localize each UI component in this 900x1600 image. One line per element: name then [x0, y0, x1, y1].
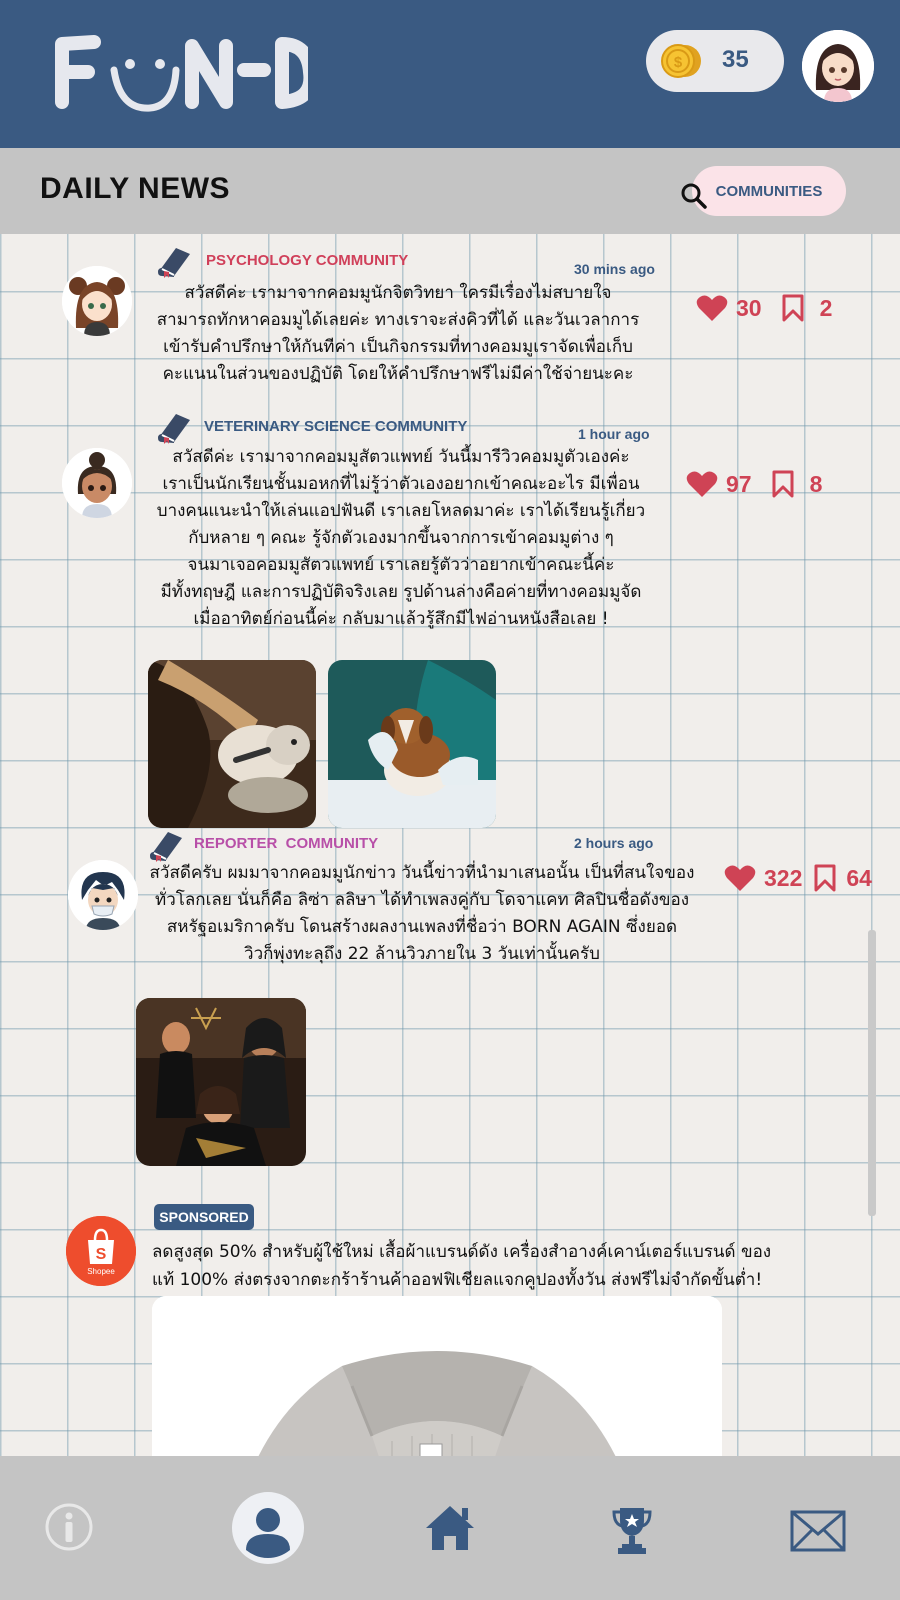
community-name[interactable]: VETERINARY SCIENCE COMMUNITY: [204, 418, 467, 435]
community-name[interactable]: REPORTER COMMUNITY: [194, 835, 378, 852]
info-nav-button[interactable]: [44, 1502, 94, 1555]
like-count: 322: [764, 864, 803, 891]
book-icon: [150, 832, 182, 862]
like-count: 30: [736, 294, 762, 321]
post-photo-vet-puppy[interactable]: [328, 660, 496, 828]
bookmark-icon[interactable]: [812, 864, 838, 892]
post-stats: 30 2: [696, 294, 832, 322]
post-timestamp: 1 hour ago: [578, 426, 650, 442]
post-stats: 97 8: [686, 470, 822, 498]
communities-button[interactable]: COMMUNITIES: [692, 166, 846, 216]
search-icon[interactable]: [680, 182, 708, 210]
profile-nav-button[interactable]: [232, 1492, 304, 1567]
svg-text:$: $: [674, 54, 683, 71]
bookmark-icon[interactable]: [780, 294, 806, 322]
post-author-avatar[interactable]: [62, 266, 132, 336]
book-icon: [158, 414, 190, 444]
home-nav-button[interactable]: [424, 1504, 476, 1555]
save-count: 2: [819, 294, 833, 321]
bookmark-icon[interactable]: [770, 470, 796, 498]
post-photo-vet-exam[interactable]: [148, 660, 316, 828]
post-photo-born-again[interactable]: [136, 998, 306, 1166]
post-body: สวัสดีครับ ผมมาจากคอมมูนักข่าว วันนี้ข่า…: [149, 863, 695, 964]
post-author-avatar[interactable]: [68, 860, 138, 930]
coin-balance[interactable]: $ 35: [646, 30, 784, 92]
post-body: สวัสดีค่ะ เรามาจากคอมมูนักจิตวิทยา ใครมี…: [156, 283, 640, 384]
page-title: DAILY NEWS: [40, 172, 231, 205]
ad-body: ลดสูงสุด 50% สำหรับผู้ใช้ใหม่ เสื้อผ้าแบ…: [152, 1242, 772, 1290]
bottom-navigation: [0, 1456, 900, 1600]
heart-icon[interactable]: [696, 294, 728, 322]
feed-scrollbar[interactable]: [868, 930, 876, 1216]
post-body: สวัสดีค่ะ เรามาจากคอมมูสัตวแพทย์ วันนี้ม…: [156, 447, 646, 629]
sub-header: DAILY NEWS COMMUNITIES: [0, 148, 900, 234]
post-stats: 322 64: [724, 864, 872, 892]
sponsored-badge: SPONSORED: [154, 1204, 254, 1230]
shopee-logo[interactable]: S Shopee: [66, 1216, 136, 1286]
post-timestamp: 30 mins ago: [574, 261, 655, 277]
book-icon: [158, 248, 190, 278]
post-timestamp: 2 hours ago: [574, 835, 654, 851]
heart-icon[interactable]: [724, 864, 756, 892]
info-icon: [45, 1503, 93, 1551]
home-icon: [426, 1506, 474, 1550]
save-count: 8: [809, 470, 823, 497]
heart-icon[interactable]: [686, 470, 718, 498]
like-count: 97: [726, 470, 752, 497]
post-author-avatar[interactable]: [62, 448, 132, 518]
user-avatar[interactable]: [802, 30, 874, 102]
trophy-icon: [612, 1508, 652, 1554]
coins-icon: $: [661, 44, 701, 78]
profile-icon: [232, 1492, 304, 1564]
ad-product-image[interactable]: [152, 1296, 722, 1456]
community-name[interactable]: PSYCHOLOGY COMMUNITY: [206, 252, 408, 269]
mail-icon: [790, 1510, 846, 1552]
svg-text:S: S: [96, 1246, 107, 1263]
top-app-bar: $ 35: [0, 0, 900, 148]
save-count: 64: [846, 864, 872, 891]
messages-nav-button[interactable]: [790, 1510, 846, 1555]
news-feed[interactable]: PSYCHOLOGY COMMUNITY 30 mins ago สวัสดีค…: [0, 234, 900, 1456]
shopee-logo-text: Shopee: [87, 1267, 115, 1276]
app-logo[interactable]: [48, 30, 308, 120]
coin-count: 35: [722, 46, 749, 73]
leaderboard-nav-button[interactable]: [612, 1506, 652, 1559]
